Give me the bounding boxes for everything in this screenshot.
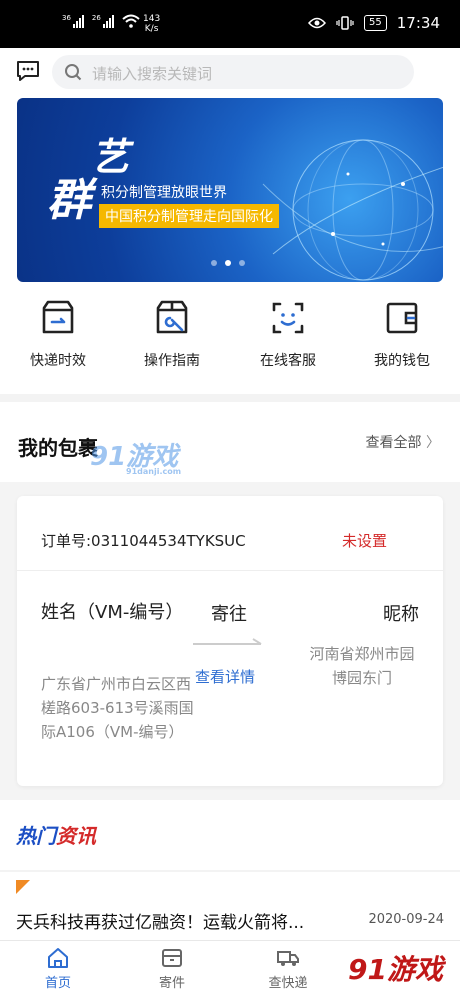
carousel-dots <box>211 260 245 266</box>
top-bar: 请输入搜索关键词 <box>0 48 460 96</box>
view-detail-link[interactable]: 查看详情 <box>195 666 255 687</box>
chevron-right-icon: 〉 <box>426 435 440 451</box>
quick-action-delivery-time[interactable]: 快递时效 <box>8 298 108 370</box>
signal-icon-2: 26 <box>92 14 114 28</box>
signal-icon-1: 36 <box>62 14 84 28</box>
packages-title: 我的包裹 <box>18 436 98 460</box>
message-icon[interactable] <box>16 60 40 82</box>
box-wrench-icon <box>156 300 188 334</box>
receiver-address: 河南省郑州市园博园东门 <box>309 645 415 687</box>
customer-service-icon <box>272 302 304 334</box>
news-item-date: 2020-09-24 <box>368 912 444 927</box>
divider <box>17 570 443 571</box>
news-section-title: 热门资讯 <box>16 824 96 848</box>
truck-icon <box>277 951 299 966</box>
sender-name: 姓名（VM-编号） <box>41 602 184 623</box>
status-right: 55 17:34 <box>308 14 440 32</box>
send-to-label: 寄往 <box>211 604 247 625</box>
vibrate-icon <box>336 16 354 30</box>
net-speed: 143 K/s <box>143 14 161 34</box>
tab-send[interactable]: 寄件 <box>132 946 212 991</box>
search-icon <box>65 64 82 81</box>
carousel-dot-active[interactable] <box>225 260 231 266</box>
box-clock-icon <box>42 300 74 334</box>
news-item-title: 天兵科技再获过亿融资！运载火箭将... <box>16 913 305 933</box>
order-status: 未设置 <box>341 532 387 550</box>
order-section: 订单号:0311044534TYKSUC 未设置 姓名（VM-编号） 广东省广州… <box>0 482 460 800</box>
arrow-right-icon <box>193 638 262 645</box>
signal-indicators: 36 26 <box>62 14 140 28</box>
quick-actions: 快递时效 操作指南 在线客服 我的钱包 <box>0 284 460 394</box>
carousel-dot[interactable] <box>211 260 217 266</box>
wallet-icon <box>386 302 418 334</box>
banner-glyph-bottom: 群 <box>47 175 91 226</box>
status-bar: 36 26 143 K/s 55 17:34 <box>0 0 460 48</box>
battery-icon: 55 <box>364 15 387 31</box>
news-header: 热门资讯 <box>0 800 460 870</box>
view-all-link[interactable]: 查看全部 〉 <box>366 432 440 452</box>
search-placeholder: 请输入搜索关键词 <box>92 65 213 83</box>
banner-subheadline: 中国积分制管理走向国际化 <box>99 204 279 228</box>
eye-icon <box>308 17 327 29</box>
quick-action-wallet[interactable]: 我的钱包 <box>352 298 452 370</box>
quick-action-guide[interactable]: 操作指南 <box>122 298 222 370</box>
site-logo: 91游戏 <box>342 942 452 990</box>
banner-section: 艺 群 积分制管理放眼世界 中国积分制管理走向国际化 <box>0 96 460 300</box>
search-bar[interactable]: 请输入搜索关键词 <box>52 55 414 89</box>
order-card[interactable]: 订单号:0311044534TYKSUC 未设置 姓名（VM-编号） 广东省广州… <box>17 496 443 786</box>
banner-glyph-top: 艺 <box>91 134 130 179</box>
sender-address: 广东省广州市白云区西槎路603-613号溪雨国际A106（VM-编号） <box>41 675 194 741</box>
packages-header: 我的包裹 91游戏 91danji.com 查看全部 〉 <box>0 402 460 482</box>
clock: 17:34 <box>396 14 440 32</box>
home-icon <box>48 948 68 968</box>
tab-home[interactable]: 首页 <box>18 946 98 991</box>
banner-headline: 积分制管理放眼世界 <box>101 185 227 201</box>
package-icon <box>162 949 182 967</box>
news-item[interactable]: 天兵科技再获过亿融资！运载火箭将... 2020-09-24 <box>0 872 460 940</box>
receiver-name: 昵称 <box>383 604 419 625</box>
wifi-icon <box>122 14 140 28</box>
watermark-logo: 91游戏 91danji.com <box>90 442 182 476</box>
globe-graphic <box>262 139 443 281</box>
tab-track[interactable]: 查快递 <box>248 946 328 991</box>
carousel-dot[interactable] <box>239 260 245 266</box>
order-number: 订单号:0311044534TYKSUC <box>41 532 246 550</box>
quick-action-customer-service[interactable]: 在线客服 <box>238 298 338 370</box>
promo-banner[interactable]: 艺 群 积分制管理放眼世界 中国积分制管理走向国际化 <box>17 98 443 282</box>
flag-icon <box>16 880 30 894</box>
